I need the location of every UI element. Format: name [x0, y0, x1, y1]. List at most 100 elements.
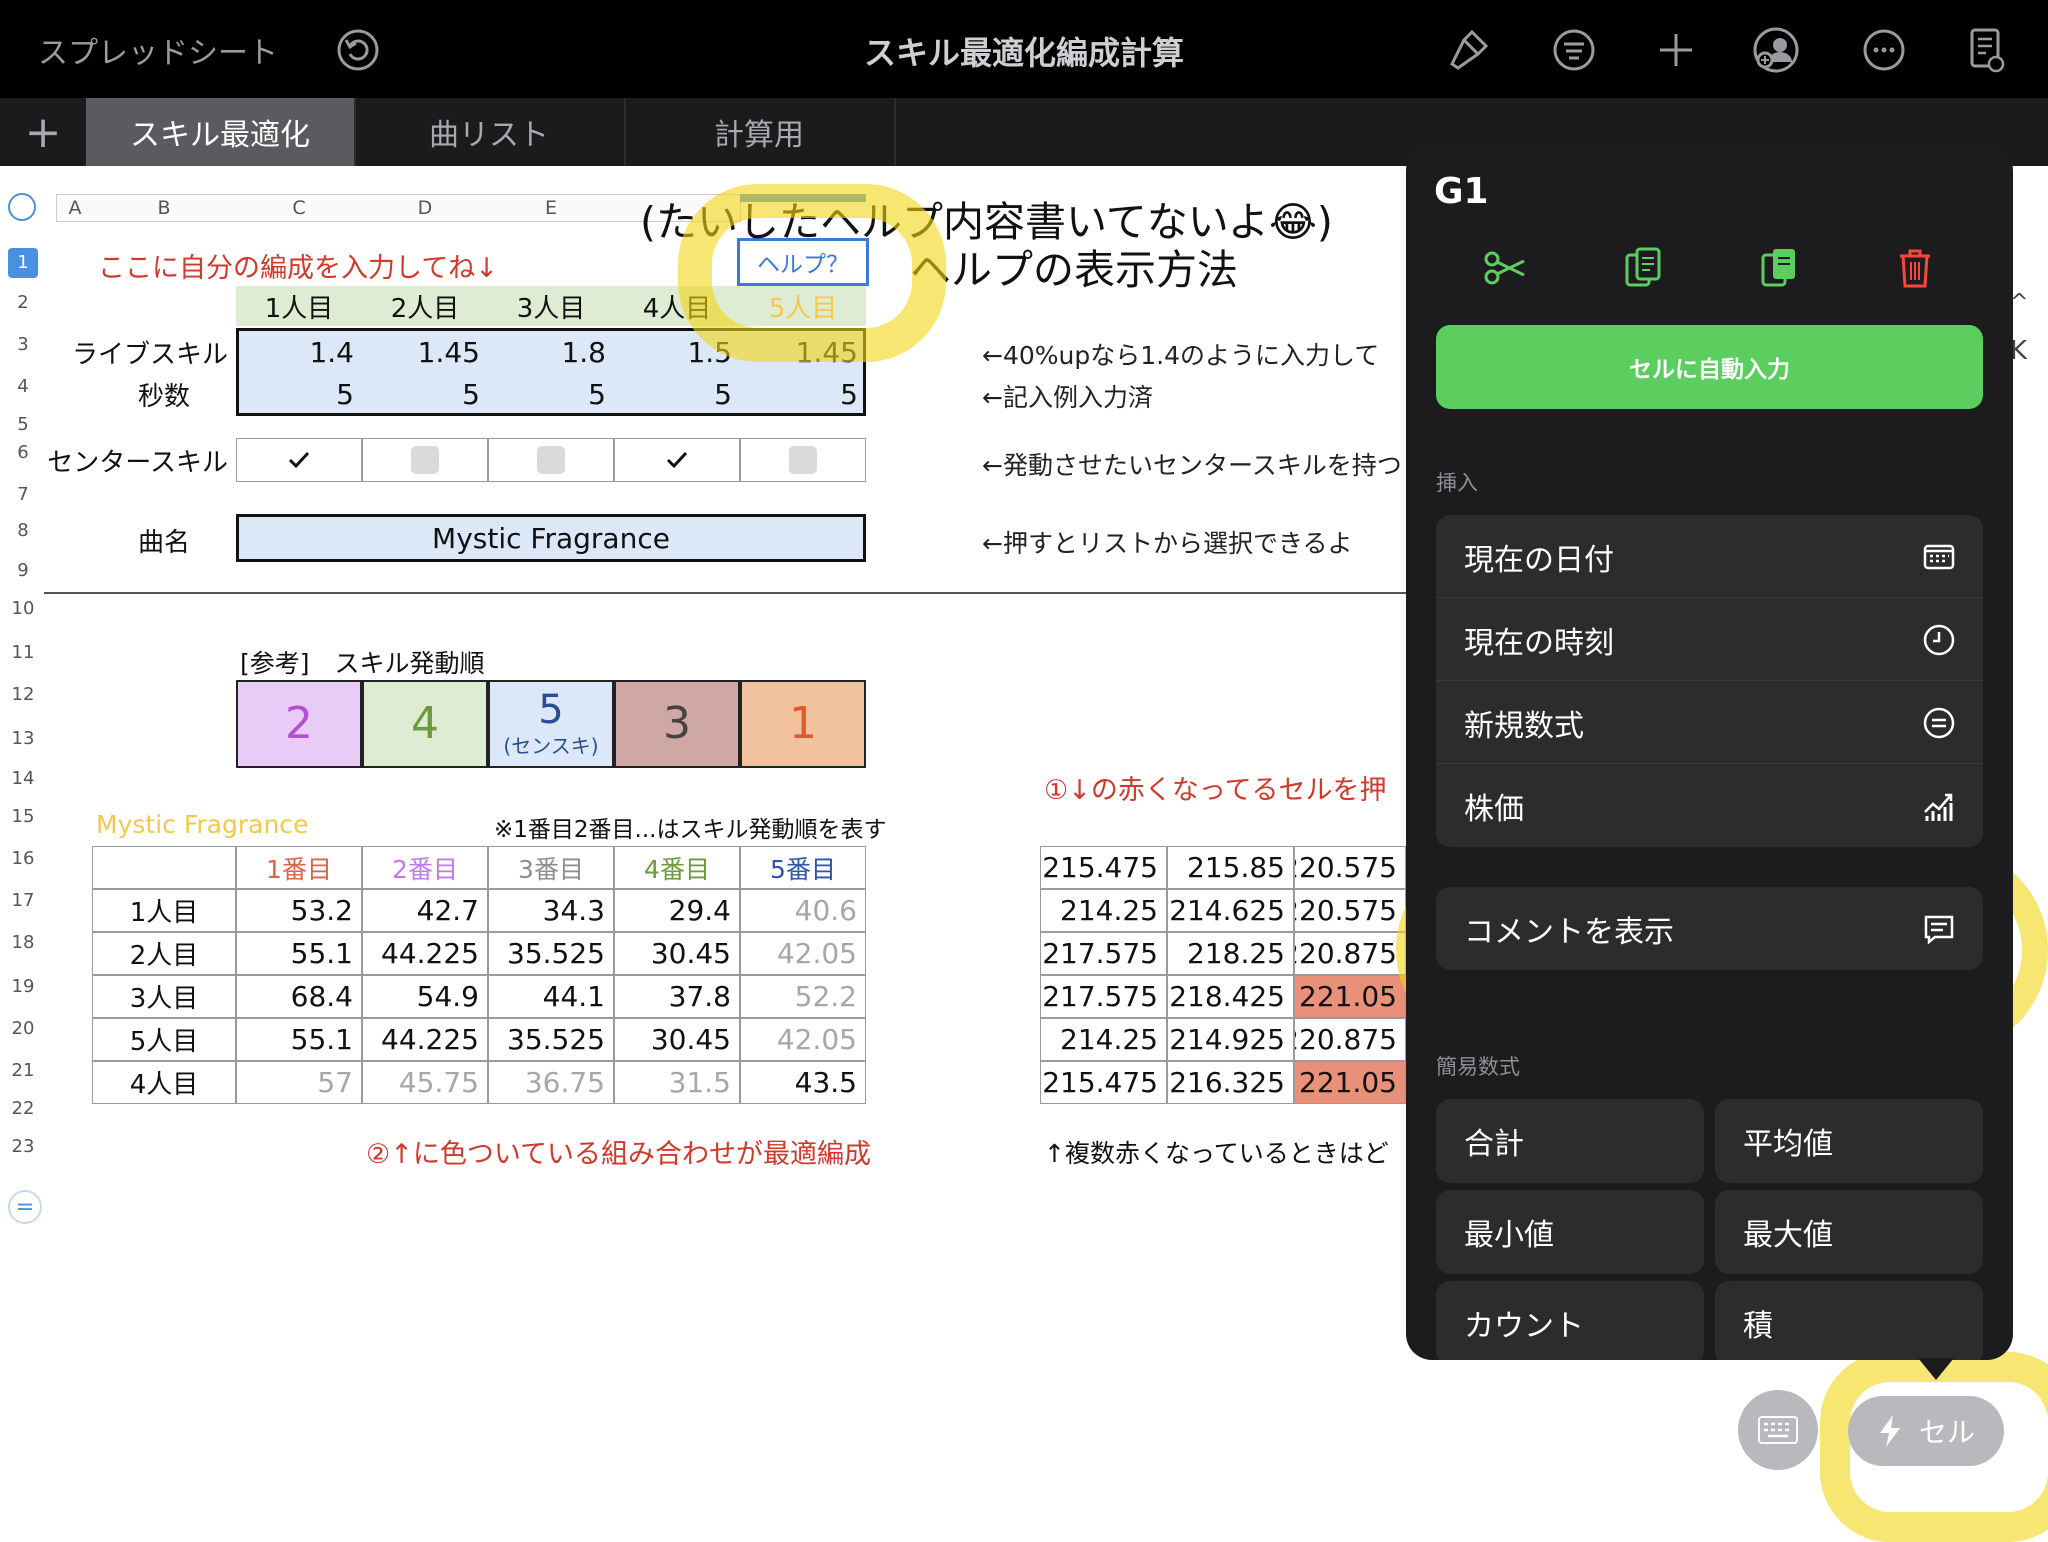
table-cell[interactable]: 44.225 — [362, 932, 488, 975]
row-header[interactable]: 3 — [8, 334, 38, 355]
result-cell[interactable]: 214.925 — [1167, 1018, 1294, 1061]
result-cell[interactable]: 215.475 — [1040, 846, 1167, 889]
result-cell[interactable]: 215.475 — [1040, 1061, 1167, 1104]
result-cell[interactable]: 214.25 — [1040, 889, 1167, 932]
result-cell[interactable]: 217.575 — [1040, 932, 1167, 975]
row-header[interactable]: 13 — [8, 728, 38, 749]
table-cell[interactable]: 34.3 — [488, 889, 614, 932]
column-header-c[interactable]: C — [236, 194, 363, 222]
row-header[interactable]: 16 — [8, 848, 38, 869]
result-cell[interactable]: 215.85 — [1167, 846, 1294, 889]
row-header[interactable]: 8 — [8, 520, 38, 541]
table-cell[interactable]: 57 — [236, 1061, 362, 1104]
table-cell[interactable]: 53.2 — [236, 889, 362, 932]
formula-average-button[interactable]: 平均値 — [1715, 1099, 1983, 1183]
row-header[interactable]: 21 — [8, 1060, 38, 1081]
checkbox[interactable] — [411, 446, 439, 474]
formula-min-button[interactable]: 最小値 — [1436, 1190, 1704, 1274]
checkbox[interactable] — [537, 446, 565, 474]
row-header[interactable]: 12 — [8, 684, 38, 705]
table-cell[interactable]: 40.6 — [740, 889, 866, 932]
checkbox[interactable] — [285, 446, 313, 474]
menu-item-show-comment[interactable]: コメントを表示 — [1436, 887, 1983, 970]
seconds-cell[interactable]: 5 — [614, 374, 740, 414]
result-cell[interactable]: 218.425 — [1167, 975, 1294, 1018]
paste-icon[interactable] — [1754, 243, 1804, 293]
column-header-a[interactable]: A — [56, 194, 94, 222]
row-header[interactable]: 23 — [8, 1136, 38, 1157]
result-cell[interactable]: 220.875 — [1294, 932, 1406, 975]
seconds-cell[interactable]: 5 — [740, 374, 866, 414]
column-header-e[interactable]: E — [488, 194, 615, 222]
table-cell[interactable]: 35.525 — [488, 1018, 614, 1061]
table-cell[interactable]: 30.45 — [614, 1018, 740, 1061]
formula-sum-button[interactable]: 合計 — [1436, 1099, 1704, 1183]
more-icon[interactable] — [1858, 24, 1910, 76]
menu-item-current-time[interactable]: 現在の時刻 — [1436, 598, 1983, 681]
result-cell[interactable]: 218.25 — [1167, 932, 1294, 975]
table-cell[interactable]: 44.1 — [488, 975, 614, 1018]
formula-count-button[interactable]: カウント — [1436, 1281, 1704, 1360]
cell-mode-button[interactable]: セル — [1848, 1396, 2004, 1466]
checkbox[interactable] — [789, 446, 817, 474]
view-icon[interactable] — [1960, 24, 2012, 76]
live-skill-cell[interactable]: 1.4 — [236, 332, 362, 372]
table-cell[interactable]: 55.1 — [236, 1018, 362, 1061]
row-header[interactable]: 18 — [8, 932, 38, 953]
seconds-cell[interactable]: 5 — [236, 374, 362, 414]
result-cell[interactable]: 214.625 — [1167, 889, 1294, 932]
add-icon[interactable] — [1650, 24, 1702, 76]
organize-icon[interactable] — [1548, 24, 1600, 76]
column-header-b[interactable]: B — [92, 194, 237, 222]
row-header[interactable]: 15 — [8, 806, 38, 827]
result-cell[interactable]: 220.875 — [1294, 1018, 1406, 1061]
result-cell[interactable]: 214.25 — [1040, 1018, 1167, 1061]
result-cell-highlighted[interactable]: 221.05 — [1294, 975, 1406, 1018]
copy-icon[interactable] — [1618, 243, 1668, 293]
row-header[interactable]: 10 — [8, 598, 38, 619]
live-skill-cell[interactable]: 1.45 — [362, 332, 488, 372]
result-cell[interactable]: 217.575 — [1040, 975, 1167, 1018]
row-header[interactable]: 20 — [8, 1018, 38, 1039]
row-header[interactable]: 19 — [8, 976, 38, 997]
table-cell[interactable]: 43.5 — [740, 1061, 866, 1104]
table-cell[interactable]: 42.7 — [362, 889, 488, 932]
live-skill-cell[interactable]: 1.8 — [488, 332, 614, 372]
row-header[interactable]: 6 — [8, 442, 38, 463]
row-header[interactable]: 4 — [8, 376, 38, 397]
row-header[interactable]: 14 — [8, 768, 38, 789]
row-header[interactable]: 11 — [8, 642, 38, 663]
table-cell[interactable]: 37.8 — [614, 975, 740, 1018]
row-header[interactable]: 22 — [8, 1098, 38, 1119]
result-cell-highlighted[interactable]: 221.05 — [1294, 1061, 1406, 1104]
result-cell[interactable]: 220.575 — [1294, 846, 1406, 889]
table-cell[interactable]: 45.75 — [362, 1061, 488, 1104]
scissors-icon[interactable] — [1480, 243, 1530, 293]
column-header-d[interactable]: D — [362, 194, 489, 222]
table-cell[interactable]: 30.45 — [614, 932, 740, 975]
result-cell[interactable]: 216.325 — [1167, 1061, 1294, 1104]
row-header[interactable]: 17 — [8, 890, 38, 911]
autofill-button[interactable]: セルに自動入力 — [1436, 325, 1983, 409]
table-cell[interactable]: 29.4 — [614, 889, 740, 932]
tab-skill-optimization[interactable]: スキル最適化 — [86, 98, 356, 166]
formula-max-button[interactable]: 最大値 — [1715, 1190, 1983, 1274]
keyboard-button[interactable] — [1738, 1390, 1818, 1470]
formula-product-button[interactable]: 積 — [1715, 1281, 1983, 1360]
table-cell[interactable]: 35.525 — [488, 932, 614, 975]
collaborate-icon[interactable] — [1750, 24, 1802, 76]
table-cell[interactable]: 55.1 — [236, 932, 362, 975]
table-cell[interactable]: 54.9 — [362, 975, 488, 1018]
row-header[interactable]: 1 — [8, 248, 38, 278]
row-header[interactable]: 9 — [8, 560, 38, 581]
format-brush-icon[interactable] — [1442, 24, 1494, 76]
add-row-handle[interactable]: = — [8, 1190, 42, 1224]
table-cell[interactable]: 31.5 — [614, 1061, 740, 1104]
seconds-cell[interactable]: 5 — [488, 374, 614, 414]
checkbox[interactable] — [663, 446, 691, 474]
song-select[interactable]: Mystic Fragrance — [236, 514, 866, 562]
row-header[interactable]: 5 — [8, 414, 38, 435]
add-sheet-button[interactable]: + — [0, 98, 88, 166]
tab-calculation[interactable]: 計算用 — [624, 98, 896, 166]
table-cell[interactable]: 52.2 — [740, 975, 866, 1018]
